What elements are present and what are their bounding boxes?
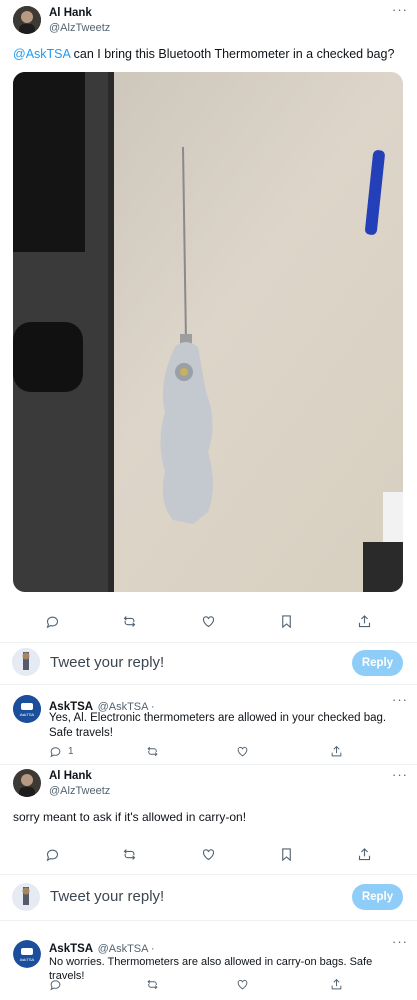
avatar[interactable]: [12, 648, 40, 676]
share-button[interactable]: [330, 745, 343, 758]
svg-text:AskTSA: AskTSA: [20, 957, 35, 962]
share-button[interactable]: [330, 978, 343, 991]
share-button[interactable]: [357, 614, 372, 629]
reply-text: No worries. Thermometers are also allowe…: [49, 956, 373, 982]
reply-button[interactable]: 1: [49, 745, 74, 758]
like-icon: [237, 746, 248, 757]
tweet-text-body: can I bring this Bluetooth Thermometer i…: [70, 47, 395, 61]
share-icon: [358, 615, 371, 628]
reply-icon: [50, 747, 61, 758]
retweet-button[interactable]: [146, 745, 159, 758]
reply-count: 1: [68, 746, 74, 757]
avatar[interactable]: [13, 6, 41, 34]
share-icon: [331, 745, 342, 757]
like-button[interactable]: [236, 978, 249, 991]
tweet-image[interactable]: [13, 72, 403, 592]
bookmark-button[interactable]: [279, 847, 294, 862]
like-button[interactable]: [201, 847, 216, 862]
reply-submit-button[interactable]: Reply: [352, 650, 403, 676]
retweet-button[interactable]: [146, 978, 159, 991]
divider: [0, 920, 417, 921]
reply-icon: [46, 616, 59, 629]
retweet-icon: [123, 616, 136, 627]
retweet-button[interactable]: [122, 847, 137, 862]
more-icon[interactable]: ···: [392, 934, 408, 949]
reply-button[interactable]: [45, 847, 60, 862]
divider: [0, 684, 417, 685]
retweet-icon: [123, 849, 136, 860]
avatar[interactable]: AskTSA: [13, 695, 41, 723]
divider: [0, 642, 417, 643]
reply-icon: [46, 849, 59, 862]
mention-link[interactable]: @AskTSA: [13, 47, 70, 61]
tweet-text: sorry meant to ask if it's allowed in ca…: [13, 810, 247, 824]
like-button[interactable]: [236, 745, 249, 758]
avatar[interactable]: [13, 769, 41, 797]
reply-submit-button[interactable]: Reply: [352, 884, 403, 910]
tweet-text: @AskTSA can I bring this Bluetooth Therm…: [13, 46, 408, 63]
author-handle[interactable]: @AlzTweetz: [49, 22, 110, 34]
author-name[interactable]: Al Hank: [49, 7, 92, 19]
share-icon: [331, 978, 342, 990]
reply-button[interactable]: [45, 614, 60, 629]
reply-input[interactable]: Tweet your reply!: [50, 654, 340, 671]
divider: [0, 764, 417, 765]
like-icon: [202, 616, 215, 628]
like-icon: [202, 849, 215, 861]
bookmark-icon: [282, 615, 291, 629]
more-icon[interactable]: ···: [392, 767, 408, 782]
bookmark-button[interactable]: [279, 614, 294, 629]
share-icon: [358, 848, 371, 861]
author-handle[interactable]: @AlzTweetz: [49, 785, 110, 797]
reply-icon: [50, 980, 61, 991]
reply-input[interactable]: Tweet your reply!: [50, 888, 340, 905]
author-name[interactable]: AskTSA: [49, 943, 93, 955]
reply-button[interactable]: [49, 978, 62, 991]
author-name[interactable]: Al Hank: [49, 770, 92, 782]
like-button[interactable]: [201, 614, 216, 629]
retweet-icon: [147, 746, 158, 757]
author-handle[interactable]: @AskTSA ·: [98, 943, 155, 955]
svg-text:AskTSA: AskTSA: [20, 712, 35, 717]
bookmark-icon: [282, 848, 291, 862]
share-button[interactable]: [357, 847, 372, 862]
more-icon[interactable]: ···: [392, 2, 408, 17]
more-icon[interactable]: ···: [392, 692, 408, 707]
reply-text: Yes, Al. Electronic thermometers are all…: [49, 712, 387, 739]
retweet-icon: [147, 979, 158, 990]
like-icon: [237, 979, 248, 990]
avatar[interactable]: AskTSA: [13, 940, 41, 968]
avatar[interactable]: [12, 883, 40, 911]
divider: [0, 874, 417, 875]
retweet-button[interactable]: [122, 614, 137, 629]
